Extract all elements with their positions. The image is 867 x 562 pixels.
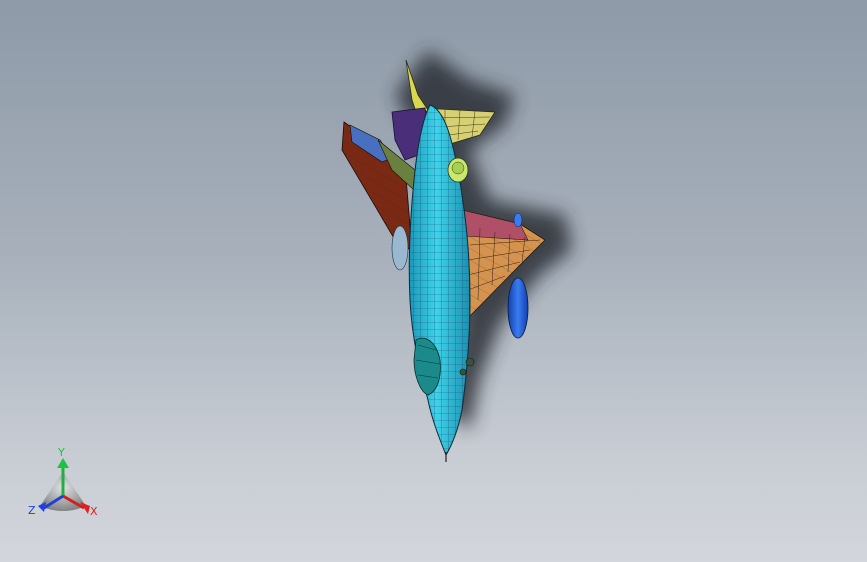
x-axis-label: X xyxy=(90,505,98,518)
axis-triad: Y X Z xyxy=(28,446,98,518)
z-axis-label: Z xyxy=(28,504,36,517)
wingtip-missile[interactable] xyxy=(513,212,523,228)
right-drop-tank[interactable] xyxy=(507,277,529,339)
aircraft-model[interactable] xyxy=(0,0,867,562)
graphics-viewport[interactable]: Y X Z xyxy=(0,0,867,562)
engine-intake[interactable] xyxy=(447,157,469,183)
left-drop-tank[interactable] xyxy=(391,225,409,271)
y-axis-label: Y xyxy=(57,446,65,459)
